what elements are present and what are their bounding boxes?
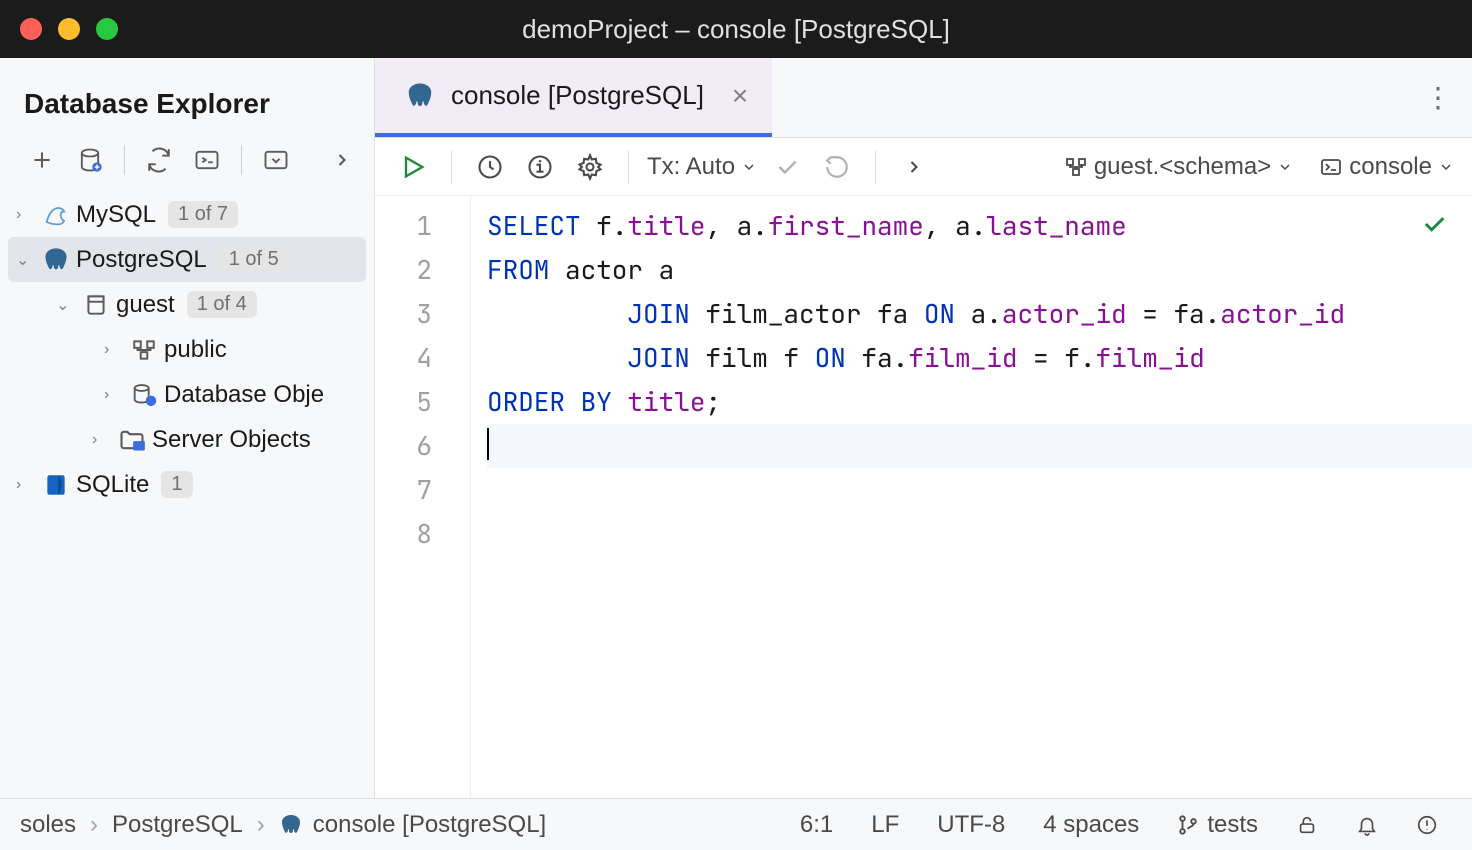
breadcrumbs[interactable]: soles › PostgreSQL › console [PostgreSQL… <box>20 811 546 839</box>
panel-title: Database Explorer <box>0 58 374 142</box>
tx-mode-selector[interactable]: Tx: Auto <box>647 153 757 181</box>
separator <box>628 150 629 184</box>
postgres-icon <box>40 246 72 274</box>
collapse-panel-button[interactable] <box>324 142 360 178</box>
git-branch[interactable]: tests <box>1177 811 1258 839</box>
close-tab-button[interactable]: × <box>732 80 748 112</box>
chevron-right-icon[interactable]: › <box>16 206 40 224</box>
tab-console[interactable]: console [PostgreSQL] × <box>375 58 772 137</box>
database-explorer-panel: Database Explorer › MySQL 1 of 7 ⌄ PostgreSQ… <box>0 58 375 798</box>
window-title: demoProject – console [PostgreSQL] <box>522 14 950 45</box>
tree-item-label: Server Objects <box>152 426 311 454</box>
tree-item-server-objects[interactable]: › Server Objects <box>8 417 366 462</box>
chevron-right-icon[interactable]: › <box>104 341 128 359</box>
navigate-forward-button[interactable] <box>894 147 934 187</box>
tab-label: console [PostgreSQL] <box>451 80 704 111</box>
add-button[interactable] <box>24 142 60 178</box>
settings-button[interactable] <box>570 147 610 187</box>
schema-icon <box>128 337 160 363</box>
sqlite-icon <box>40 472 72 498</box>
schema-selector[interactable]: guest.<schema> <box>1064 153 1293 181</box>
db-icon <box>80 292 112 318</box>
datasource-properties-button[interactable] <box>72 142 108 178</box>
no-problems-icon <box>1420 210 1448 238</box>
dbobj-icon <box>128 381 160 409</box>
close-window-button[interactable] <box>20 18 42 40</box>
more-menu-button[interactable]: ⋮ <box>1424 81 1452 114</box>
editor-toolbar: Tx: Auto guest.<schema> console <box>375 138 1472 196</box>
readonly-toggle[interactable] <box>1296 814 1318 836</box>
commit-button[interactable] <box>767 147 807 187</box>
chevron-right-icon: › <box>257 811 265 839</box>
breadcrumb-item[interactable]: soles <box>20 811 76 839</box>
tree-item-label: guest <box>116 291 175 319</box>
problems-button[interactable] <box>1416 814 1438 836</box>
view-options-button[interactable] <box>258 142 294 178</box>
editor-tabs: console [PostgreSQL] × ⋮ <box>375 58 1472 138</box>
history-button[interactable] <box>470 147 510 187</box>
tree-item-label: PostgreSQL <box>76 246 207 274</box>
rollback-button[interactable] <box>817 147 857 187</box>
notifications-button[interactable] <box>1356 814 1378 836</box>
sidebar-toolbar <box>0 142 374 188</box>
separator <box>124 145 125 175</box>
server-icon <box>116 426 148 454</box>
postgres-icon <box>279 813 303 837</box>
code-editor[interactable]: 12345678 SELECT f.title, a.first_name, a… <box>375 196 1472 798</box>
code-content[interactable]: SELECT f.title, a.first_name, a.last_nam… <box>471 196 1472 798</box>
titlebar: demoProject – console [PostgreSQL] <box>0 0 1472 58</box>
breadcrumb-item[interactable]: PostgreSQL <box>112 811 243 839</box>
tree-item-badge: 1 <box>161 471 192 498</box>
tree-item-database-obje[interactable]: › Database Obje <box>8 372 366 417</box>
separator <box>875 150 876 184</box>
tree-item-postgresql[interactable]: ⌄ PostgreSQL 1 of 5 <box>8 237 366 282</box>
tree-item-label: Database Obje <box>164 381 324 409</box>
tree-item-label: MySQL <box>76 201 156 229</box>
statusbar: soles › PostgreSQL › console [PostgreSQL… <box>0 798 1472 850</box>
file-encoding[interactable]: UTF-8 <box>937 811 1005 839</box>
separator <box>241 145 242 175</box>
jump-to-console-button[interactable] <box>189 142 225 178</box>
maximize-window-button[interactable] <box>96 18 118 40</box>
session-selector[interactable]: console <box>1319 153 1454 181</box>
explain-plan-button[interactable] <box>520 147 560 187</box>
tree-item-badge: 1 of 4 <box>187 291 257 318</box>
caret-position[interactable]: 6:1 <box>800 811 833 839</box>
tree-item-sqlite[interactable]: › SQLite 1 <box>8 462 366 507</box>
refresh-button[interactable] <box>141 142 177 178</box>
tree-item-label: SQLite <box>76 471 149 499</box>
postgres-icon <box>405 81 435 111</box>
editor-zone: console [PostgreSQL] × ⋮ Tx: Auto guest.… <box>375 58 1472 798</box>
chevron-right-icon: › <box>90 811 98 839</box>
tree-item-badge: 1 of 7 <box>168 201 238 228</box>
tree-item-mysql[interactable]: › MySQL 1 of 7 <box>8 192 366 237</box>
separator <box>451 150 452 184</box>
tree-item-public[interactable]: › public <box>8 327 366 372</box>
breadcrumb-item[interactable]: console [PostgreSQL] <box>313 811 546 839</box>
chevron-down-icon[interactable]: ⌄ <box>56 295 80 315</box>
chevron-right-icon[interactable]: › <box>16 476 40 494</box>
chevron-right-icon[interactable]: › <box>104 386 128 404</box>
minimize-window-button[interactable] <box>58 18 80 40</box>
indent-settings[interactable]: 4 spaces <box>1043 811 1139 839</box>
run-button[interactable] <box>393 147 433 187</box>
line-separator[interactable]: LF <box>871 811 899 839</box>
chevron-down-icon[interactable]: ⌄ <box>16 250 40 270</box>
database-tree[interactable]: › MySQL 1 of 7 ⌄ PostgreSQL 1 of 5 ⌄ guest 1 of … <box>0 188 374 511</box>
chevron-right-icon[interactable]: › <box>92 431 116 449</box>
tree-item-badge: 1 of 5 <box>219 246 289 273</box>
mysql-icon <box>40 201 72 229</box>
line-gutter: 12345678 <box>375 196 471 798</box>
tree-item-label: public <box>164 336 227 364</box>
window-controls <box>20 18 118 40</box>
tree-item-guest[interactable]: ⌄ guest 1 of 4 <box>8 282 366 327</box>
